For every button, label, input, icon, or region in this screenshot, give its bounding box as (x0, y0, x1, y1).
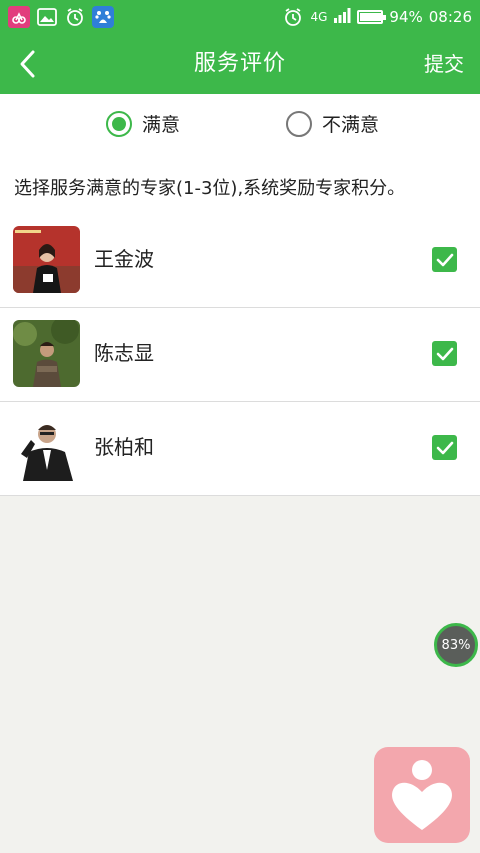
signal-icon (333, 7, 351, 27)
page-title: 服务评价 (193, 51, 286, 76)
expert-list: 王金波 陈志显 张柏和 (0, 214, 480, 496)
check-icon (436, 253, 453, 266)
radio-button-icon (106, 110, 132, 137)
floating-app-button[interactable] (374, 747, 470, 843)
baidu-icon (92, 6, 114, 28)
heart-person-icon (392, 760, 452, 830)
app-notification-icon (8, 6, 30, 28)
expert-name: 张柏和 (94, 435, 154, 459)
radio-label: 满意 (142, 114, 181, 136)
list-item[interactable]: 张柏和 (0, 402, 480, 496)
expert-checkbox[interactable] (432, 341, 457, 366)
expert-checkbox[interactable] (432, 247, 457, 272)
clock: 08:26 (428, 8, 472, 26)
avatar (13, 320, 80, 387)
radio-unsatisfied[interactable]: 不满意 (286, 110, 379, 137)
app-bar: 服务评价 提交 (0, 34, 480, 94)
expert-name: 王金波 (94, 247, 154, 271)
expert-name: 陈志显 (94, 341, 154, 365)
system-icons: 4G 94% 08:26 (282, 6, 472, 28)
status-bar: 4G 94% 08:26 (0, 0, 480, 34)
list-item[interactable]: 王金波 (0, 214, 480, 308)
avatar (13, 414, 80, 481)
battery-percent: 94% (389, 8, 423, 26)
radio-satisfied[interactable]: 满意 (106, 110, 180, 137)
expert-checkbox[interactable] (432, 435, 457, 460)
avatar (13, 226, 80, 293)
radio-label: 不满意 (322, 114, 380, 136)
network-type: 4G (310, 10, 328, 24)
alarm-icon (282, 6, 304, 28)
check-icon (436, 441, 453, 454)
satisfaction-radio-group: 满意 不满意 (0, 94, 480, 158)
submit-button[interactable]: 提交 (424, 34, 464, 94)
notification-icons (8, 6, 114, 28)
memory-boost-badge[interactable]: 83% (434, 623, 478, 667)
alarm-icon (64, 6, 86, 28)
instruction-text: 选择服务满意的专家(1-3位),系统奖励专家积分。 (0, 158, 480, 214)
battery-icon (357, 10, 387, 24)
gallery-icon (36, 6, 58, 28)
check-icon (436, 347, 453, 360)
radio-button-icon (286, 110, 312, 137)
list-item[interactable]: 陈志显 (0, 308, 480, 402)
